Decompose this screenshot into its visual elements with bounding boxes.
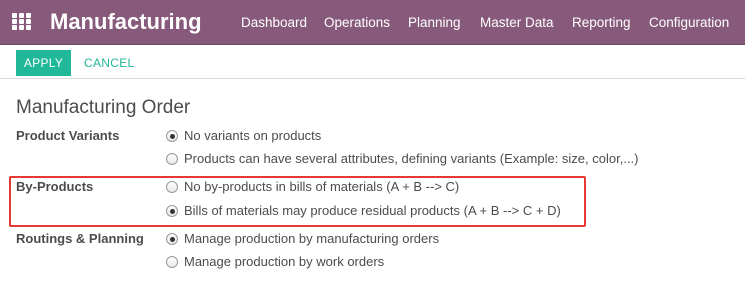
- radio-option-label: Manage production by manufacturing order…: [184, 231, 440, 246]
- section-title: Manufacturing Order: [16, 97, 191, 118]
- menu-reporting[interactable]: Reporting: [572, 0, 631, 45]
- setting-label-routings-planning: Routings & Planning: [16, 231, 144, 246]
- cancel-button[interactable]: CANCEL: [84, 50, 134, 76]
- menu-configuration[interactable]: Configuration: [649, 0, 729, 45]
- radio-option-label: Manage production by work orders: [184, 254, 385, 269]
- apply-button[interactable]: APPLY: [16, 50, 71, 76]
- radio-button[interactable]: [166, 233, 178, 245]
- radio-button[interactable]: [166, 256, 178, 268]
- control-panel: APPLY CANCEL: [0, 46, 745, 79]
- setting-label-by-products: By-Products: [16, 179, 94, 194]
- top-navbar: Manufacturing Dashboard Operations Plann…: [0, 0, 745, 45]
- radio-option-label: No variants on products: [184, 128, 322, 143]
- radio-button[interactable]: [166, 153, 178, 165]
- radio-option-label: No by-products in bills of materials (A …: [184, 179, 460, 194]
- radio-button[interactable]: [166, 130, 178, 142]
- radio-button[interactable]: [166, 205, 178, 217]
- radio-option-label: Products can have several attributes, de…: [184, 151, 639, 166]
- radio-button[interactable]: [166, 181, 178, 193]
- apps-grid-icon[interactable]: [12, 13, 32, 31]
- menu-planning[interactable]: Planning: [408, 0, 461, 45]
- radio-option-label: Bills of materials may produce residual …: [184, 203, 561, 218]
- menu-operations[interactable]: Operations: [324, 0, 390, 45]
- menu-dashboard[interactable]: Dashboard: [241, 0, 307, 45]
- setting-label-product-variants: Product Variants: [16, 128, 120, 143]
- menu-master-data[interactable]: Master Data: [480, 0, 554, 45]
- app-title: Manufacturing: [50, 9, 202, 34]
